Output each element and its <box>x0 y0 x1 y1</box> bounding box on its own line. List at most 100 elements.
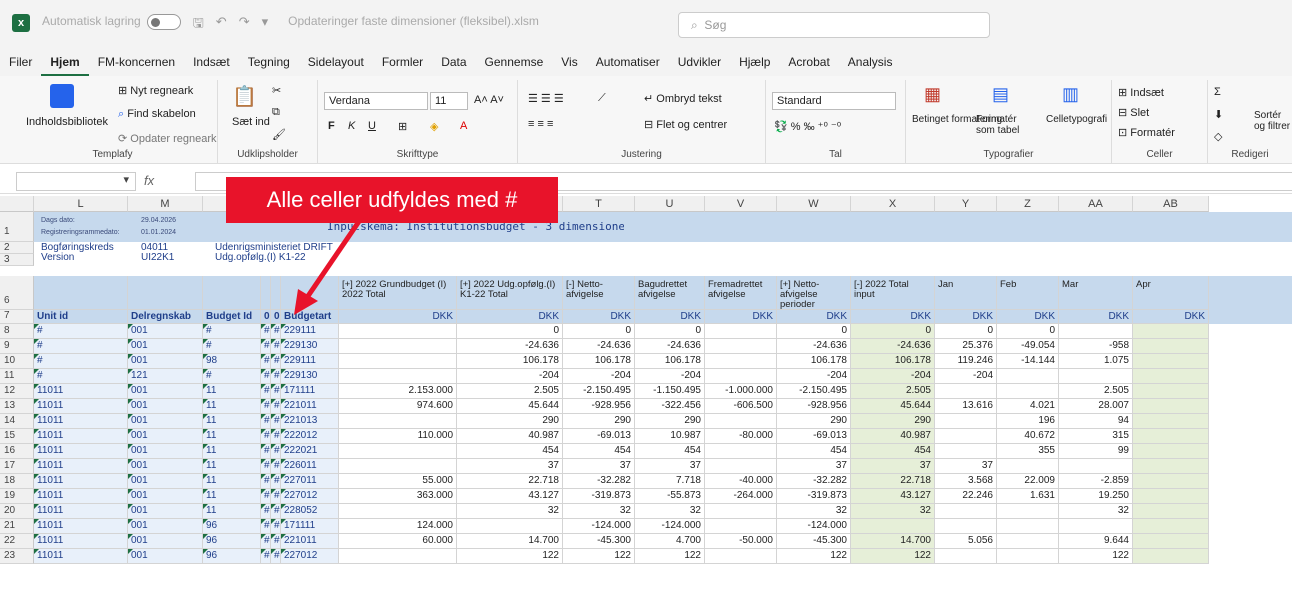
table-cell[interactable]: 001 <box>128 474 203 489</box>
table-cell[interactable] <box>1133 504 1209 519</box>
table-cell[interactable]: 11011 <box>34 429 128 444</box>
table-cell[interactable]: 124.000 <box>339 519 457 534</box>
table-cell[interactable] <box>1133 339 1209 354</box>
orientation-icon[interactable]: ⟋ <box>598 92 606 105</box>
table-cell[interactable]: # <box>271 414 281 429</box>
table-cell[interactable]: 106.178 <box>457 354 563 369</box>
table-cell[interactable]: # <box>203 339 261 354</box>
table-cell[interactable]: 001 <box>128 459 203 474</box>
table-cell[interactable]: 11 <box>203 429 261 444</box>
table-cell[interactable]: 2.505 <box>1059 384 1133 399</box>
table-cell[interactable] <box>1133 459 1209 474</box>
conditional-format-icon[interactable]: ▦ <box>924 84 941 105</box>
table-cell[interactable]: 222021 <box>281 444 339 459</box>
table-cell[interactable] <box>935 444 997 459</box>
table-cell[interactable]: 4.700 <box>635 534 705 549</box>
table-cell[interactable]: 001 <box>128 489 203 504</box>
table-cell[interactable]: # <box>271 324 281 339</box>
table-cell[interactable]: 122 <box>851 549 935 564</box>
paste-icon[interactable]: 📋 <box>232 84 257 109</box>
table-cell[interactable]: -204 <box>635 369 705 384</box>
table-cell[interactable]: 290 <box>563 414 635 429</box>
table-cell[interactable]: 40.987 <box>851 429 935 444</box>
table-cell[interactable]: 001 <box>128 504 203 519</box>
table-cell[interactable]: # <box>271 489 281 504</box>
font-color-icon[interactable]: A <box>460 120 467 132</box>
table-cell[interactable]: -24.636 <box>457 339 563 354</box>
redo-icon[interactable]: ↷ <box>239 14 250 30</box>
table-cell[interactable]: -24.636 <box>851 339 935 354</box>
table-cell[interactable]: 19.250 <box>1059 489 1133 504</box>
table-cell[interactable]: # <box>261 444 271 459</box>
table-cell[interactable]: 454 <box>851 444 935 459</box>
table-cell[interactable]: # <box>271 549 281 564</box>
table-cell[interactable]: # <box>271 369 281 384</box>
table-cell[interactable]: 43.127 <box>457 489 563 504</box>
table-cell[interactable] <box>1059 324 1133 339</box>
table-cell[interactable]: # <box>261 429 271 444</box>
table-cell[interactable]: 119.246 <box>935 354 997 369</box>
table-cell[interactable] <box>1133 429 1209 444</box>
customize-qat-icon[interactable]: ▾ <box>262 14 269 30</box>
table-cell[interactable] <box>1059 369 1133 384</box>
table-cell[interactable]: # <box>261 459 271 474</box>
row-header-21[interactable]: 21 <box>0 519 34 534</box>
tab-data[interactable]: Data <box>432 52 475 76</box>
table-cell[interactable] <box>1133 519 1209 534</box>
table-cell[interactable]: -80.000 <box>705 429 777 444</box>
table-cell[interactable] <box>935 414 997 429</box>
table-cell[interactable]: # <box>271 339 281 354</box>
underline-button[interactable]: U <box>368 120 376 132</box>
table-cell[interactable]: 45.644 <box>457 399 563 414</box>
table-cell[interactable]: 454 <box>457 444 563 459</box>
fx-icon[interactable]: fx <box>144 173 154 188</box>
table-cell[interactable]: 363.000 <box>339 489 457 504</box>
spreadsheet-grid[interactable]: LMNOPQRSTUVWXYZAAABDags dato:29.04.2026R… <box>0 196 1292 603</box>
table-cell[interactable]: 32 <box>457 504 563 519</box>
autosum-icon[interactable]: Σ <box>1214 86 1221 98</box>
table-cell[interactable]: 2.505 <box>457 384 563 399</box>
table-cell[interactable] <box>705 339 777 354</box>
table-cell[interactable]: 11011 <box>34 534 128 549</box>
table-cell[interactable] <box>457 519 563 534</box>
table-cell[interactable]: -55.873 <box>635 489 705 504</box>
table-cell[interactable] <box>705 414 777 429</box>
table-cell[interactable]: 37 <box>563 459 635 474</box>
table-cell[interactable]: -319.873 <box>777 489 851 504</box>
table-cell[interactable]: 001 <box>128 414 203 429</box>
table-cell[interactable]: -204 <box>457 369 563 384</box>
row-header-23[interactable]: 23 <box>0 549 34 564</box>
table-cell[interactable]: # <box>271 474 281 489</box>
table-cell[interactable]: # <box>271 429 281 444</box>
table-cell[interactable]: # <box>261 519 271 534</box>
row-header-19[interactable]: 19 <box>0 489 34 504</box>
table-cell[interactable]: -69.013 <box>777 429 851 444</box>
table-cell[interactable]: 290 <box>457 414 563 429</box>
table-cell[interactable]: -24.636 <box>777 339 851 354</box>
table-cell[interactable]: 5.056 <box>935 534 997 549</box>
align-top-icon[interactable]: ☰ ☰ ☰ <box>528 92 564 105</box>
table-cell[interactable]: # <box>271 354 281 369</box>
table-cell[interactable]: 222012 <box>281 429 339 444</box>
table-cell[interactable]: 22.009 <box>997 474 1059 489</box>
row-header-22[interactable]: 22 <box>0 534 34 549</box>
table-cell[interactable] <box>705 324 777 339</box>
table-cell[interactable]: 37 <box>851 459 935 474</box>
table-cell[interactable] <box>339 339 457 354</box>
table-cell[interactable]: 2.505 <box>851 384 935 399</box>
table-cell[interactable] <box>1133 354 1209 369</box>
format-table-icon[interactable]: ▤ <box>992 84 1009 105</box>
row-header-10[interactable]: 10 <box>0 354 34 369</box>
table-cell[interactable] <box>997 504 1059 519</box>
table-cell[interactable]: 227011 <box>281 474 339 489</box>
table-cell[interactable]: 001 <box>128 354 203 369</box>
table-cell[interactable]: 290 <box>635 414 705 429</box>
table-cell[interactable]: 94 <box>1059 414 1133 429</box>
table-cell[interactable] <box>1059 519 1133 534</box>
tab-udvikler[interactable]: Udvikler <box>669 52 730 76</box>
grow-font-icon[interactable]: A˄ A˅ <box>474 94 504 106</box>
column-header-AA[interactable]: AA <box>1059 196 1133 212</box>
table-cell[interactable] <box>851 519 935 534</box>
cut-icon[interactable]: ✂ <box>272 84 281 97</box>
table-cell[interactable]: 228052 <box>281 504 339 519</box>
